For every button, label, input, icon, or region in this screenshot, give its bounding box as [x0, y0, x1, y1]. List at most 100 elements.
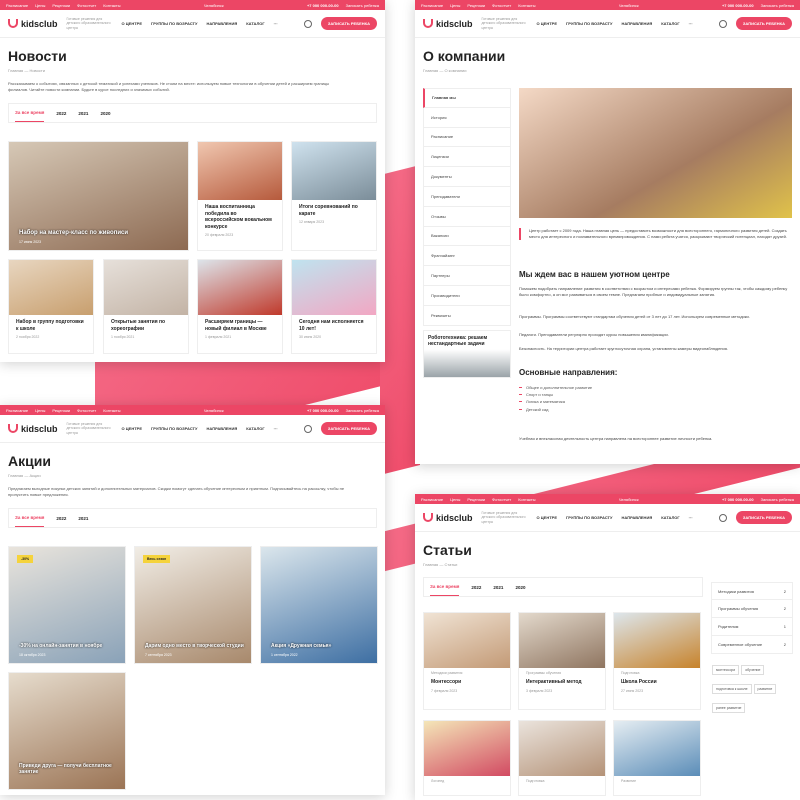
promo-card[interactable]: -30% -30% на онлайн-занятия в ноябре 18 … — [8, 546, 126, 664]
article-card[interactable]: Развитие — [613, 720, 701, 796]
menu-item[interactable]: НАПРАВЛЕНИЯ — [621, 21, 652, 26]
topbar-link[interactable]: Расписание — [6, 3, 28, 8]
logo[interactable]: kidsclub — [423, 19, 473, 29]
menu-item[interactable]: НАПРАВЛЕНИЯ — [206, 21, 237, 26]
search-icon[interactable] — [303, 19, 312, 28]
search-icon[interactable] — [718, 19, 727, 28]
menu-item[interactable]: КАТАЛОГ — [661, 21, 679, 26]
category-item[interactable]: Программы обучения 2 — [711, 600, 793, 618]
promo-card[interactable]: Весь сезон Дарим одно место в творческой… — [134, 546, 252, 664]
tag-chip[interactable]: монтессори — [712, 665, 740, 675]
phone-number[interactable]: +7 000 000-00-00 — [722, 3, 754, 8]
topbar-link[interactable]: Рецензии — [52, 3, 70, 8]
topbar-link[interactable]: Цены — [35, 3, 45, 8]
menu-item[interactable]: О ЦЕНТРЕ — [122, 426, 142, 431]
topbar-link[interactable]: Расписание — [421, 3, 443, 8]
topbar-link[interactable]: Расписание — [421, 497, 443, 502]
menu-item[interactable]: О ЦЕНТРЕ — [537, 515, 557, 520]
city-select[interactable]: Челябинск — [204, 408, 224, 413]
callback-link[interactable]: Записать ребенка — [761, 3, 794, 8]
enroll-button[interactable]: ЗАПИСАТЬ РЕБЕНКА — [735, 17, 792, 30]
menu-item[interactable]: ГРУППЫ ПО ВОЗРАСТУ — [151, 21, 197, 26]
search-icon[interactable] — [718, 513, 727, 522]
callback-link[interactable]: Записать ребенка — [346, 408, 379, 413]
tab-2022[interactable]: 2022 — [56, 516, 66, 521]
article-card[interactable]: Логопед — [423, 720, 511, 796]
category-item[interactable]: Родителям 1 — [711, 618, 793, 636]
logo[interactable]: kidsclub — [8, 424, 58, 434]
tab-all[interactable]: За все время — [430, 578, 460, 596]
menu-more[interactable]: ··· — [274, 21, 278, 26]
tab-2022[interactable]: 2022 — [471, 585, 481, 590]
city-select[interactable]: Челябинск — [204, 3, 224, 8]
sidebar-item[interactable]: Преподаватели — [423, 186, 511, 207]
sidebar-item[interactable]: Отзывы — [423, 206, 511, 227]
sidebar-item[interactable]: Франчайзинг — [423, 246, 511, 267]
sidebar-item[interactable]: Лицензии — [423, 147, 511, 168]
search-icon[interactable] — [303, 424, 312, 433]
tab-2021[interactable]: 2021 — [78, 516, 88, 521]
sidebar-item[interactable]: Документы — [423, 167, 511, 187]
enroll-button[interactable]: ЗАПИСАТЬ РЕБЕНКА — [320, 17, 377, 30]
sidebar-item[interactable]: Реквизиты — [423, 305, 511, 326]
enroll-button[interactable]: ЗАПИСАТЬ РЕБЕНКА — [735, 511, 792, 524]
topbar-link[interactable]: Цены — [450, 3, 460, 8]
news-card[interactable]: Набор в группу подготовки к школе 2 ноябр… — [8, 259, 94, 354]
sidebar-item[interactable]: Главная мы — [423, 88, 511, 108]
news-card[interactable]: Наша воспитанница победила во всероссийс… — [197, 141, 283, 251]
topbar-link[interactable]: Цены — [35, 408, 45, 413]
news-card[interactable]: Сегодня нам исполняется 10 лет! 30 июня 2… — [291, 259, 377, 354]
topbar-link[interactable]: Контакты — [103, 408, 120, 413]
news-card[interactable]: Расширяем границы — новый филиал в Москв… — [197, 259, 283, 354]
news-card[interactable]: Итоги соревнований по карате 12 января 20… — [291, 141, 377, 251]
topbar-link[interactable]: Рецензии — [467, 497, 485, 502]
news-card[interactable]: Открытые занятия по хореографии 1 ноября … — [103, 259, 189, 354]
logo[interactable]: kidsclub — [8, 19, 58, 29]
article-card[interactable]: Подготовка Школа России 27 июня 2023 — [613, 612, 701, 710]
category-item[interactable]: Современное обучение 2 — [711, 636, 793, 654]
tab-all[interactable]: За все время — [15, 104, 45, 122]
sidebar-item[interactable]: История — [423, 107, 511, 128]
tab-2021[interactable]: 2021 — [493, 585, 503, 590]
enroll-button[interactable]: ЗАПИСАТЬ РЕБЕНКА — [320, 422, 377, 435]
topbar-link[interactable]: Контакты — [103, 3, 120, 8]
tab-2022[interactable]: 2022 — [56, 111, 66, 116]
promo-banner[interactable]: Робототехника: решаем нестандартные зада… — [423, 330, 511, 378]
menu-item[interactable]: О ЦЕНТРЕ — [122, 21, 142, 26]
menu-more[interactable]: ··· — [689, 21, 693, 26]
tag-chip[interactable]: развитие — [753, 684, 777, 694]
topbar-link[interactable]: Фотоотчет — [77, 3, 96, 8]
article-card[interactable]: Методики развития Монтессори 7 февраля 202… — [423, 612, 511, 710]
topbar-link[interactable]: Фотоотчет — [77, 408, 96, 413]
menu-item[interactable]: ГРУППЫ ПО ВОЗРАСТУ — [151, 426, 197, 431]
menu-item[interactable]: НАПРАВЛЕНИЯ — [206, 426, 237, 431]
city-select[interactable]: Челябинск — [619, 3, 639, 8]
promo-card[interactable]: Акция «Дружная семья» 1 сентября 2022 — [260, 546, 378, 664]
topbar-link[interactable]: Фотоотчет — [492, 3, 511, 8]
tab-all[interactable]: За все время — [15, 509, 45, 527]
city-select[interactable]: Челябинск — [619, 497, 639, 502]
menu-more[interactable]: ··· — [689, 515, 693, 520]
category-item[interactable]: Методики развития 2 — [711, 582, 793, 600]
topbar-link[interactable]: Цены — [450, 497, 460, 502]
topbar-link[interactable]: Контакты — [518, 3, 535, 8]
tab-2020[interactable]: 2020 — [515, 585, 525, 590]
menu-item[interactable]: ГРУППЫ ПО ВОЗРАСТУ — [566, 515, 612, 520]
article-card[interactable]: Подготовка — [518, 720, 606, 796]
breadcrumb[interactable]: Главная — Акции — [8, 473, 385, 478]
topbar-link[interactable]: Фотоотчет — [492, 497, 511, 502]
menu-item[interactable]: НАПРАВЛЕНИЯ — [621, 515, 652, 520]
menu-item[interactable]: КАТАЛОГ — [246, 21, 264, 26]
sidebar-item[interactable]: Вакансии — [423, 226, 511, 247]
topbar-link[interactable]: Расписание — [6, 408, 28, 413]
topbar-link[interactable]: Контакты — [518, 497, 535, 502]
callback-link[interactable]: Записать ребенка — [346, 3, 379, 8]
news-card-featured[interactable]: Набор на мастер-класс по живописи 17 июн… — [8, 141, 189, 251]
breadcrumb[interactable]: Главная — О компании — [423, 68, 800, 73]
menu-item[interactable]: КАТАЛОГ — [661, 515, 679, 520]
promo-card[interactable]: Приведи друга — получи бесплатное заняти… — [8, 672, 126, 790]
topbar-link[interactable]: Рецензии — [467, 3, 485, 8]
phone-number[interactable]: +7 000 000-00-00 — [722, 497, 754, 502]
tab-2021[interactable]: 2021 — [78, 111, 88, 116]
phone-number[interactable]: +7 000 000-00-00 — [307, 3, 339, 8]
